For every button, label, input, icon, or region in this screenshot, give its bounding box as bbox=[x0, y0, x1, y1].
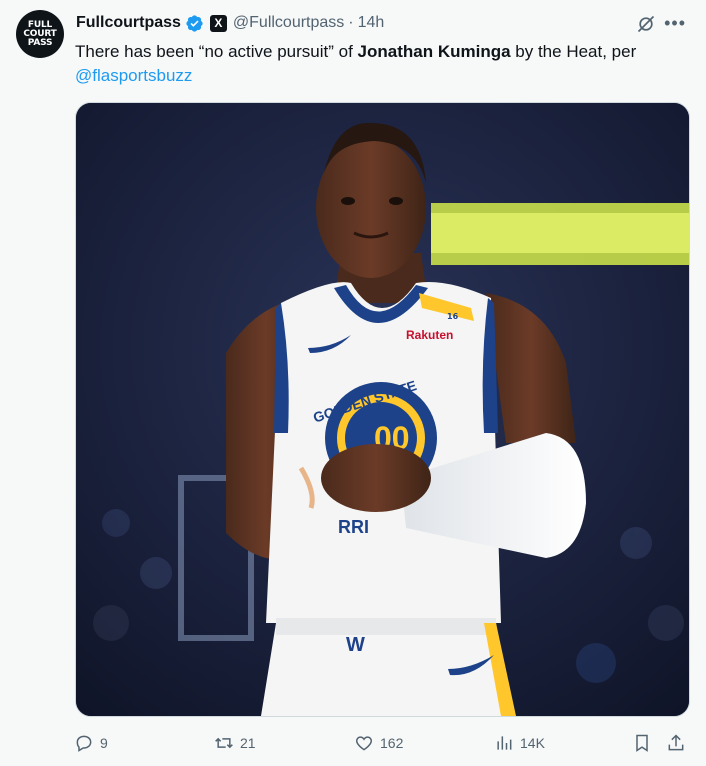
shorts-logo: W bbox=[346, 634, 365, 656]
share-button[interactable] bbox=[666, 733, 692, 753]
like-count: 162 bbox=[380, 735, 404, 751]
more-options-icon[interactable]: ••• bbox=[664, 12, 686, 34]
reply-button[interactable]: 9 bbox=[74, 733, 108, 753]
photo-illustration: 16 Rakuten GOLDEN STATE 00 RRI W bbox=[76, 103, 689, 716]
strap-number: 16 bbox=[447, 312, 459, 321]
tweet-text-part: by the Heat, per bbox=[510, 42, 637, 61]
display-name[interactable]: Fullcourtpass bbox=[76, 14, 181, 32]
tweet-header: Fullcourtpass X @Fullcourtpass · 14h ••• bbox=[76, 12, 686, 34]
views-count: 14K bbox=[520, 735, 545, 751]
bookmark-button[interactable] bbox=[632, 733, 658, 753]
heart-icon bbox=[355, 736, 373, 751]
separator: · bbox=[348, 14, 354, 31]
tweet-text-bold: Jonathan Kuminga bbox=[357, 42, 511, 61]
affiliate-badge-icon[interactable]: X bbox=[209, 14, 227, 32]
repost-icon bbox=[215, 737, 233, 749]
grok-icon[interactable] bbox=[636, 14, 656, 34]
verified-badge-icon[interactable] bbox=[185, 14, 204, 33]
action-bar: 9 21 162 14K bbox=[74, 730, 688, 756]
views-icon bbox=[497, 736, 512, 750]
tweet-photo[interactable]: 16 Rakuten GOLDEN STATE 00 RRI W bbox=[75, 102, 690, 717]
timestamp[interactable]: 14h bbox=[358, 14, 385, 32]
like-button[interactable]: 162 bbox=[354, 733, 403, 753]
repost-count: 21 bbox=[240, 735, 256, 751]
tweet-text: There has been “no active pursuit” of Jo… bbox=[75, 40, 690, 88]
mention-link[interactable]: @flasportsbuzz bbox=[75, 66, 192, 85]
handle[interactable]: @Fullcourtpass bbox=[233, 14, 344, 32]
avatar-text-3: PASS bbox=[27, 37, 53, 48]
jersey-lower-text: RRI bbox=[338, 517, 369, 537]
jersey-sponsor: Rakuten bbox=[406, 328, 453, 342]
avatar[interactable]: FULL COURT PASS bbox=[16, 10, 64, 58]
views-button[interactable]: 14K bbox=[494, 733, 545, 753]
reply-icon bbox=[76, 735, 92, 752]
bookmark-icon bbox=[636, 734, 648, 752]
repost-button[interactable]: 21 bbox=[214, 733, 256, 753]
reply-count: 9 bbox=[100, 735, 108, 751]
share-icon bbox=[668, 734, 684, 751]
tweet-text-part: There has been “no active pursuit” of bbox=[75, 42, 358, 61]
